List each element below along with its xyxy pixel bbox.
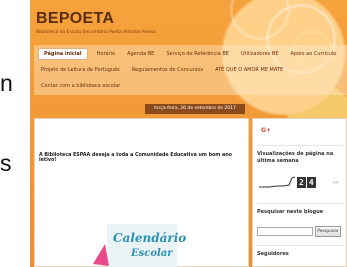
followers-heading: Seguidores: [257, 251, 289, 257]
divider: [257, 203, 343, 204]
nav-item-utilizadores[interactable]: Utilizadores BE: [238, 49, 282, 59]
tool-icon: ✂: [333, 179, 339, 187]
blog-page: BEPOETA Biblioteca da Escola Secundária …: [30, 0, 347, 267]
nav-item-horario[interactable]: Horário: [94, 49, 118, 59]
nav-row: Página inicial Horário Agenda BE Serviço…: [38, 47, 339, 60]
calendar-image-text: Calendário: [113, 231, 186, 245]
nav-item-projeto-leitura[interactable]: Projeto de Leitura de Português: [38, 65, 123, 75]
blog-post: A Biblioteca ESPAA deseja a toda a Comun…: [34, 118, 249, 267]
slide-text-fragment: n: [0, 70, 13, 96]
nav-item-servico-referencia[interactable]: Serviço de Referência BE: [163, 49, 232, 59]
calendar-image[interactable]: Calendário Escolar: [89, 204, 189, 267]
post-title[interactable]: A Biblioteca ESPAA deseja a toda a Comun…: [39, 153, 248, 163]
pencil-shape: [93, 244, 109, 266]
nav-item-home[interactable]: Página inicial: [38, 47, 88, 60]
nav-item-contar-biblioteca[interactable]: Contar com a biblioteca escolar: [38, 81, 123, 91]
counter-digit: 4: [306, 177, 316, 188]
blog-subtitle: Biblioteca da Escola Secundária Poeta An…: [36, 30, 156, 35]
nav-item-ate-que-o-amor[interactable]: ATÉ QUE O AMOR ME MATE: [212, 65, 286, 75]
slide-text-fragment: s: [0, 150, 12, 176]
nav-item-agenda[interactable]: Agenda BE: [124, 49, 157, 59]
blog-title[interactable]: BEPOETA: [36, 10, 114, 28]
nav-row: Contar com a biblioteca escolar: [38, 80, 123, 91]
nav-menu: Página inicial Horário Agenda BE Serviço…: [34, 45, 347, 95]
google-plus-icon[interactable]: G+: [261, 127, 271, 134]
divider: [257, 145, 343, 146]
divider: [257, 245, 343, 246]
counter-digit: 2: [297, 177, 306, 188]
nav-item-regulamentos[interactable]: Regulamentos de Concursos: [129, 65, 206, 75]
post-date: terça-feira, 26 de setembro de 2017: [145, 104, 245, 114]
nav-item-apoio-curriculo[interactable]: Apoio ao Currículo: [287, 49, 339, 59]
screenshot: n s BEPOETA Biblioteca da Escola Secundá…: [0, 0, 347, 267]
calendar-image-text: Escolar: [130, 248, 173, 259]
search-input[interactable]: [257, 227, 313, 236]
nav-row: Projeto de Leitura de Português Regulame…: [38, 64, 286, 75]
pageviews-counter: 2 4: [297, 177, 316, 188]
pageviews-heading: Visualizações de página na última semana: [257, 151, 334, 164]
sidebar: G+ Visualizações de página na última sem…: [252, 118, 347, 267]
search-heading: Pesquisar neste blogue: [257, 209, 324, 215]
search-button[interactable]: Pesquisar: [315, 226, 341, 237]
pageviews-sparkline: [259, 176, 296, 188]
